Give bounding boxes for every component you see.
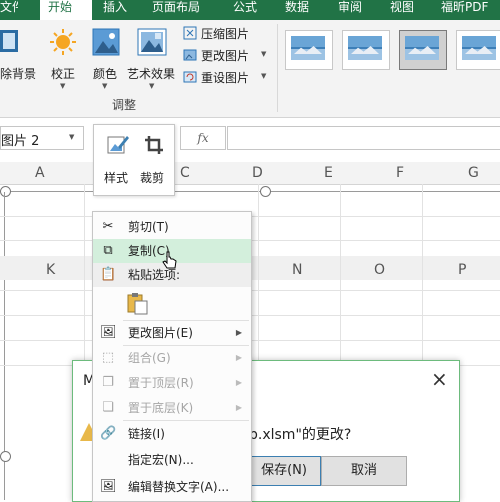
column-header-g[interactable]: G (468, 165, 479, 181)
tab-file[interactable]: 文件 (0, 0, 18, 14)
compress-pictures-label: 压缩图片 (201, 27, 250, 41)
remove-background-icon (0, 30, 18, 52)
column-header-d[interactable]: D (252, 165, 263, 181)
chevron-down-icon: ▼ (60, 82, 66, 90)
chevron-right-icon: ▶ (235, 328, 242, 337)
artistic-effects-button[interactable]: 艺术效果 ▼ (127, 26, 179, 92)
ribbon: 删除背景 校正 ▼ 颜色 ▼ 艺术效果 ▼ 压缩图片 更改图片 ▼ 重 (0, 20, 500, 118)
change-picture-label: 更改图片 (201, 49, 250, 63)
adjust-group-label: 调整 (112, 98, 137, 112)
bring-to-front-icon: ❐ (102, 375, 114, 390)
resize-handle[interactable] (260, 186, 271, 197)
column-header-c[interactable]: C (180, 165, 190, 181)
column-header-a[interactable]: A (35, 165, 45, 181)
change-picture-icon (183, 49, 197, 61)
compress-icon (183, 26, 197, 40)
remove-background-button[interactable]: 删除背景 (0, 26, 36, 88)
inner-column-p: P (458, 262, 467, 278)
cancel-button[interactable]: 取消 (321, 456, 407, 486)
inner-column-o: O (374, 262, 386, 278)
picture-style-3[interactable] (399, 30, 447, 70)
save-button[interactable]: 保存(N) (247, 456, 321, 486)
change-picture-icon: 🖼 (100, 325, 117, 340)
menu-item-cut[interactable]: ✂ 剪切(T) (93, 215, 251, 239)
compress-pictures-button[interactable]: 压缩图片 (181, 24, 271, 44)
tab-data[interactable]: 数据 (285, 0, 325, 14)
tab-view[interactable]: 视图 (390, 0, 430, 14)
send-to-back-icon: ❏ (102, 400, 114, 415)
scissors-icon: ✂ (102, 219, 114, 234)
chevron-down-icon: ▼ (149, 82, 155, 90)
picture-style-icon (107, 136, 129, 154)
menu-separator (123, 420, 249, 421)
paste-icon: 📋 (100, 267, 117, 282)
menu-item-change-picture[interactable]: 🖼 更改图片(E) ▶ (93, 321, 251, 345)
close-icon[interactable]: × (431, 367, 448, 391)
name-box-value: 图片 2 (1, 134, 40, 149)
reset-picture-label: 重设图片 (201, 71, 250, 85)
menu-item-send-to-back[interactable]: ❏ 置于底层(K) ▶ (93, 396, 251, 420)
mini-toolbar: 样式 裁剪 (93, 124, 175, 196)
chevron-down-icon: ▼ (261, 72, 267, 80)
picture-style-4[interactable] (456, 30, 500, 70)
group-icon: ⬚ (101, 350, 115, 365)
group-divider (277, 24, 278, 112)
sun-icon (50, 29, 76, 55)
crop-button[interactable]: 裁剪 (138, 131, 170, 187)
column-header-e[interactable]: E (324, 165, 333, 181)
chevron-down-icon[interactable]: ▼ (69, 133, 74, 141)
menu-item-group[interactable]: ⬚ 组合(G) ▶ (93, 346, 251, 370)
picture-style-button[interactable]: 样式 (102, 131, 134, 187)
tab-home[interactable]: 开始 (40, 0, 92, 20)
chevron-down-icon: ▼ (102, 82, 108, 90)
menu-item-link[interactable]: 🔗 链接(I) (93, 422, 251, 446)
corrections-button[interactable]: 校正 ▼ (46, 26, 80, 92)
reset-picture-button[interactable]: 重设图片 ▼ (181, 68, 271, 88)
menu-item-edit-alt-text[interactable]: 🖼 编辑替换文字(A)... (93, 475, 251, 499)
menu-item-assign-macro[interactable]: 指定宏(N)... (93, 448, 251, 472)
resize-handle[interactable] (0, 186, 11, 197)
tab-formulas[interactable]: 公式 (233, 0, 273, 14)
picture-style-2[interactable] (342, 30, 390, 70)
inner-column-n: N (292, 262, 303, 278)
picture-style-label: 样式 (104, 171, 129, 185)
tab-foxit-pdf[interactable]: 福昕PDF (441, 0, 500, 14)
column-header-row: A B C D E F G (0, 162, 500, 185)
chevron-right-icon: ▶ (235, 378, 242, 387)
dialog-message: b.xlsm"的更改? (249, 427, 352, 443)
picture-color-icon (92, 28, 120, 56)
inner-column-k: K (46, 262, 56, 278)
artistic-effects-icon (137, 28, 167, 56)
resize-handle[interactable] (0, 451, 11, 462)
insert-function-button[interactable]: fx (180, 126, 226, 150)
chevron-down-icon: ▼ (261, 50, 267, 58)
color-button[interactable]: 颜色 ▼ (90, 26, 122, 92)
formula-input[interactable] (227, 126, 500, 150)
artistic-effects-label: 艺术效果 (127, 67, 176, 81)
crop-label: 裁剪 (140, 171, 165, 185)
tab-review[interactable]: 审阅 (338, 0, 378, 14)
link-icon: 🔗 (100, 426, 117, 441)
copy-icon: ⧉ (103, 243, 113, 258)
change-picture-button[interactable]: 更改图片 ▼ (181, 46, 271, 66)
crop-icon (145, 136, 163, 154)
picture-style-1[interactable] (285, 30, 333, 70)
paste-picture-icon[interactable] (126, 291, 148, 315)
picture-selection-border (0, 191, 500, 192)
remove-background-label: 删除背景 (0, 67, 36, 81)
chevron-right-icon: ▶ (235, 403, 242, 412)
reset-picture-icon (183, 71, 197, 83)
name-box[interactable]: 图片 2 ▼ (0, 126, 84, 150)
ribbon-tab-bar: 文件 开始 插入 页面布局 公式 数据 审阅 视图 福昕PDF (0, 0, 500, 20)
alt-text-icon: 🖼 (100, 479, 117, 494)
chevron-right-icon: ▶ (235, 353, 242, 362)
mouse-cursor-icon (162, 251, 177, 269)
paste-option-row (93, 287, 251, 319)
corrections-label: 校正 (51, 67, 76, 81)
tab-page-layout[interactable]: 页面布局 (152, 0, 212, 14)
column-header-f[interactable]: F (396, 165, 404, 181)
menu-item-bring-to-front[interactable]: ❐ 置于顶层(R) ▶ (93, 371, 251, 395)
color-label: 颜色 (93, 67, 118, 81)
tab-insert[interactable]: 插入 (103, 0, 143, 14)
